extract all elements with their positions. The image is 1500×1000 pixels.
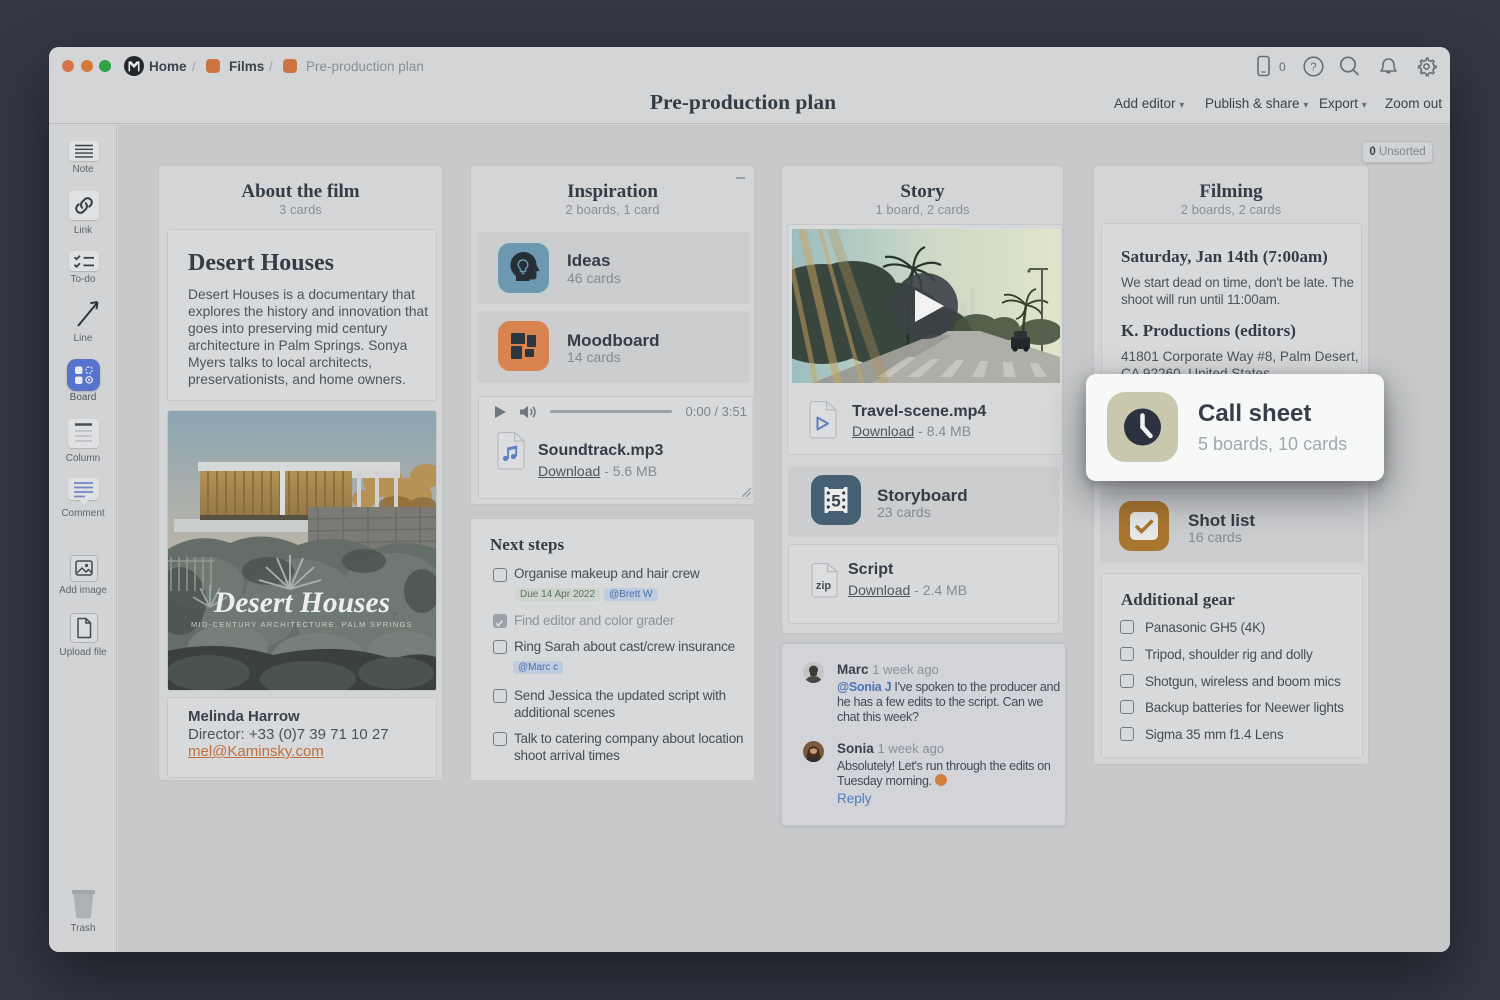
- svg-text:zip: zip: [816, 580, 832, 592]
- svg-text:Desert Houses: Desert Houses: [213, 587, 390, 619]
- svg-text:0: 0: [1279, 60, 1286, 74]
- svg-text:?: ?: [1310, 62, 1316, 74]
- svg-text:MID-CENTURY ARCHITECTURE. PALM: MID-CENTURY ARCHITECTURE. PALM SPRINGS: [191, 620, 413, 629]
- svg-text:5: 5: [831, 492, 840, 511]
